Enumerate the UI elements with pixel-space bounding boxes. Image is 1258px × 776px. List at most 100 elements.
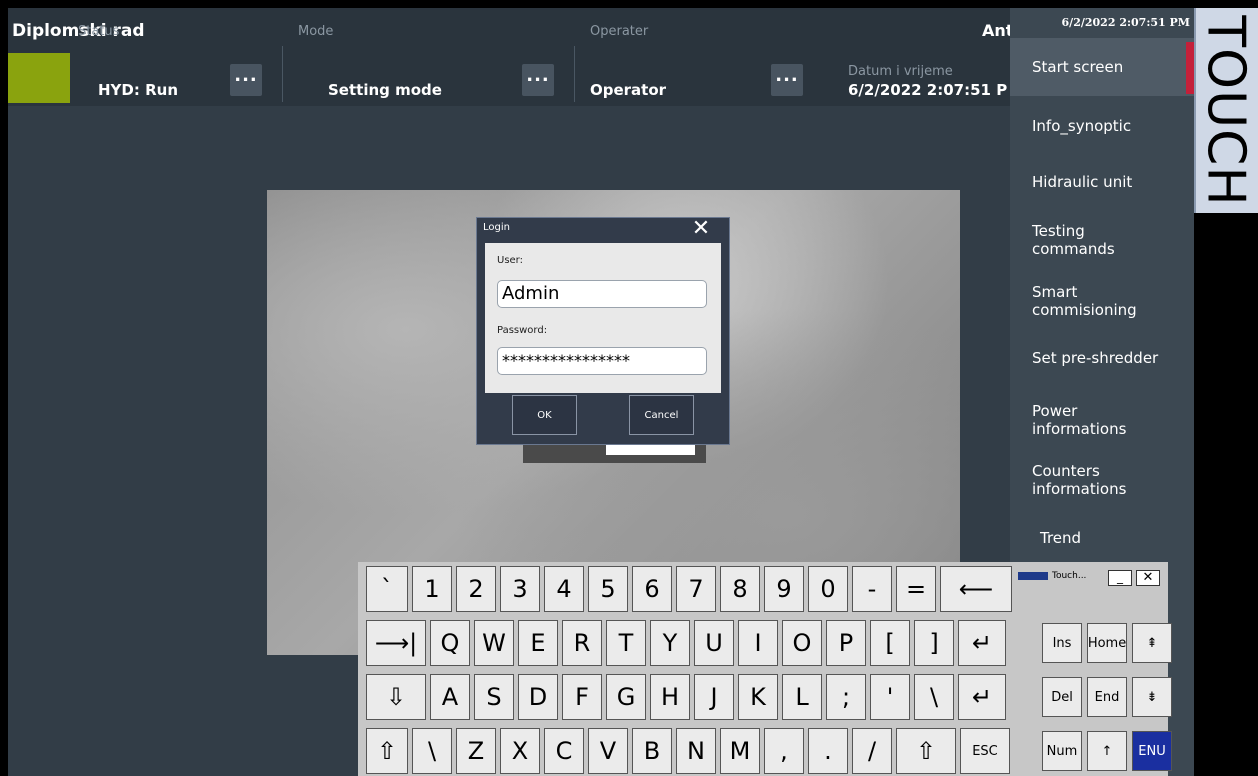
key-2-7[interactable]: Y [650, 620, 690, 666]
key-4-10[interactable]: , [764, 728, 804, 774]
touch-logo-text: TOUCH [1196, 14, 1257, 207]
key-3-11[interactable]: ; [826, 674, 866, 720]
key-4-6[interactable]: V [588, 728, 628, 774]
key-1-11[interactable]: 0 [808, 566, 848, 612]
mode-more-button[interactable]: ... [522, 64, 554, 96]
key-1-1[interactable]: ` [366, 566, 408, 612]
operator-more-button[interactable]: ... [771, 64, 803, 96]
panel-key-5[interactable]: End [1087, 677, 1127, 717]
user-label: User: [497, 255, 523, 266]
status-indicator [8, 53, 70, 103]
key-2-9[interactable]: I [738, 620, 778, 666]
key-1-4[interactable]: 3 [500, 566, 540, 612]
nav-item-hidraulic-unit[interactable]: Hidraulic unit [1010, 158, 1194, 206]
nav-item-set-pre-shredder[interactable]: Set pre-shredder [1010, 338, 1194, 378]
minimize-icon[interactable]: _ [1108, 570, 1132, 586]
key-3-8[interactable]: J [694, 674, 734, 720]
login-dialog: Login ✕ User: Admin Password: **********… [476, 217, 730, 445]
key-2-10[interactable]: O [782, 620, 822, 666]
user-input[interactable]: Admin [497, 280, 707, 308]
close-icon[interactable]: ✕ [691, 218, 711, 240]
key-3-9[interactable]: K [738, 674, 778, 720]
key-3-13[interactable]: \ [914, 674, 954, 720]
nav-clock: 6/2/2022 2:07:51 PM [1061, 16, 1190, 29]
key-1-12[interactable]: - [852, 566, 892, 612]
key-1-13[interactable]: = [896, 566, 936, 612]
key-2-4[interactable]: E [518, 620, 558, 666]
key-2-14[interactable]: ↵ [958, 620, 1006, 666]
key-3-6[interactable]: G [606, 674, 646, 720]
nav-item-trend[interactable]: Trend [1010, 520, 1194, 556]
mode-value: Setting mode [328, 81, 442, 99]
key-3-2[interactable]: A [430, 674, 470, 720]
right-margin [1194, 213, 1258, 776]
key-2-11[interactable]: P [826, 620, 866, 666]
key-3-5[interactable]: F [562, 674, 602, 720]
password-input[interactable]: **************** [497, 347, 707, 375]
nav-item-testing-commands[interactable]: Testing commands [1010, 216, 1150, 264]
key-4-9[interactable]: M [720, 728, 760, 774]
key-3-1[interactable]: ⇩ [366, 674, 426, 720]
key-2-13[interactable]: ] [914, 620, 954, 666]
key-2-5[interactable]: R [562, 620, 602, 666]
key-1-14[interactable]: ⟵ [940, 566, 1012, 612]
panel-key-9[interactable]: ENU [1132, 731, 1172, 771]
key-3-12[interactable]: ' [870, 674, 910, 720]
key-3-4[interactable]: D [518, 674, 558, 720]
nav-item-start-screen[interactable]: Start screen [1010, 38, 1194, 96]
touch-keyboard-titlebar: Touch... _ ✕ [1018, 568, 1164, 590]
key-4-5[interactable]: C [544, 728, 584, 774]
key-1-10[interactable]: 9 [764, 566, 804, 612]
key-2-1[interactable]: ⟶| [366, 620, 426, 666]
ok-button[interactable]: OK [512, 395, 577, 435]
status-value: HYD: Run [98, 81, 178, 99]
key-3-10[interactable]: L [782, 674, 822, 720]
key-1-8[interactable]: 7 [676, 566, 716, 612]
key-2-3[interactable]: W [474, 620, 514, 666]
panel-key-1[interactable]: Ins [1042, 623, 1082, 663]
key-4-8[interactable]: N [676, 728, 716, 774]
key-1-6[interactable]: 5 [588, 566, 628, 612]
key-4-2[interactable]: \ [412, 728, 452, 774]
divider [574, 46, 575, 102]
key-4-1[interactable]: ⇧ [366, 728, 408, 774]
key-4-4[interactable]: X [500, 728, 540, 774]
key-2-8[interactable]: U [694, 620, 734, 666]
key-3-7[interactable]: H [650, 674, 690, 720]
key-1-7[interactable]: 6 [632, 566, 672, 612]
key-4-11[interactable]: . [808, 728, 848, 774]
nav-item-info-synoptic[interactable]: Info_synoptic [1010, 102, 1194, 150]
panel-key-2[interactable]: Home [1087, 623, 1127, 663]
key-4-3[interactable]: Z [456, 728, 496, 774]
key-1-2[interactable]: 1 [412, 566, 452, 612]
key-4-14[interactable]: ESC [960, 728, 1010, 774]
key-2-2[interactable]: Q [430, 620, 470, 666]
nav-item-counters-informations[interactable]: Counters informations [1010, 456, 1150, 504]
key-1-3[interactable]: 2 [456, 566, 496, 612]
key-4-13[interactable]: ⇧ [896, 728, 956, 774]
nav-item-smart-commisioning[interactable]: Smart commisioning [1010, 274, 1150, 328]
status-more-button[interactable]: ... [230, 64, 262, 96]
key-3-3[interactable]: S [474, 674, 514, 720]
close-keyboard-icon[interactable]: ✕ [1136, 570, 1160, 586]
nav-item-power-informations[interactable]: Power informations [1010, 396, 1150, 444]
key-2-12[interactable]: [ [870, 620, 910, 666]
panel-key-3[interactable]: ⇞ [1132, 623, 1172, 663]
user-name: Ant [982, 21, 1014, 40]
operator-label: Operater [590, 24, 649, 39]
key-4-12[interactable]: / [852, 728, 892, 774]
panel-key-8[interactable]: ↑ [1087, 731, 1127, 771]
panel-key-4[interactable]: Del [1042, 677, 1082, 717]
key-2-6[interactable]: T [606, 620, 646, 666]
panel-key-7[interactable]: Num [1042, 731, 1082, 771]
login-form: User: Admin Password: **************** [485, 243, 721, 393]
key-1-5[interactable]: 4 [544, 566, 584, 612]
panel-key-6[interactable]: ⇟ [1132, 677, 1172, 717]
key-4-7[interactable]: B [632, 728, 672, 774]
keyboard-title: Touch... [1052, 571, 1087, 581]
key-1-9[interactable]: 8 [720, 566, 760, 612]
cancel-button[interactable]: Cancel [629, 395, 694, 435]
key-3-14[interactable]: ↵ [958, 674, 1006, 720]
login-title: Login [483, 222, 510, 233]
keyboard-app-icon [1018, 572, 1048, 580]
